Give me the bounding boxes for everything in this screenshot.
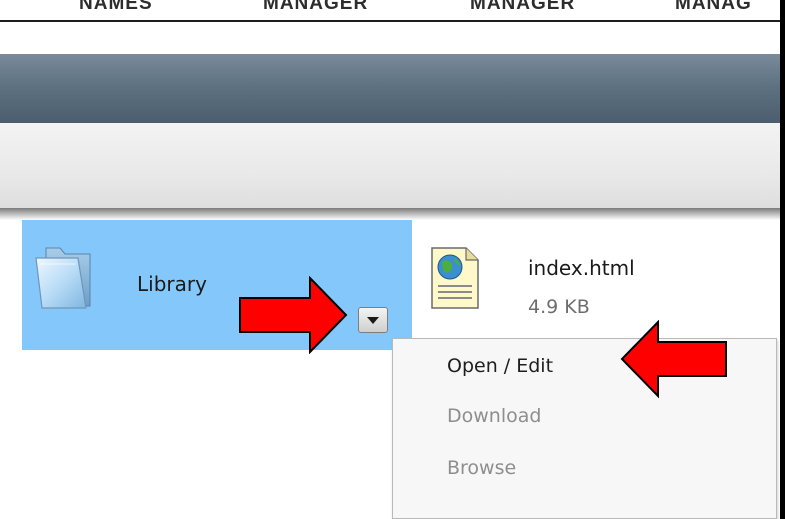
html-file-icon bbox=[431, 247, 479, 309]
file-size: 4.9 KB bbox=[528, 296, 590, 318]
toolbar-shadow bbox=[0, 208, 780, 220]
item-options-dropdown-button[interactable] bbox=[358, 307, 388, 333]
right-edge-border bbox=[780, 0, 785, 519]
nav-item-manager-2[interactable]: MANAGER bbox=[470, 0, 575, 15]
annotation-arrow-right-icon bbox=[239, 276, 348, 354]
top-nav: NAMES MANAGER MANAGER MANAG bbox=[0, 0, 785, 22]
nav-item-names[interactable]: NAMES bbox=[79, 0, 153, 15]
nav-item-manager-3[interactable]: MANAG bbox=[675, 0, 752, 15]
folder-icon bbox=[35, 247, 91, 309]
annotation-arrow-left-icon bbox=[620, 320, 727, 398]
menu-item-browse[interactable]: Browse bbox=[447, 457, 516, 479]
menu-item-download[interactable]: Download bbox=[447, 405, 541, 427]
header-band bbox=[0, 54, 780, 123]
nav-item-manager-1[interactable]: MANAGER bbox=[263, 0, 368, 15]
file-name: index.html bbox=[528, 256, 635, 280]
menu-item-open-edit[interactable]: Open / Edit bbox=[447, 355, 553, 377]
chevron-down-icon bbox=[367, 316, 379, 324]
folder-label: Library bbox=[137, 272, 207, 296]
toolbar bbox=[0, 123, 780, 208]
file-item-library[interactable]: Library bbox=[22, 220, 412, 350]
